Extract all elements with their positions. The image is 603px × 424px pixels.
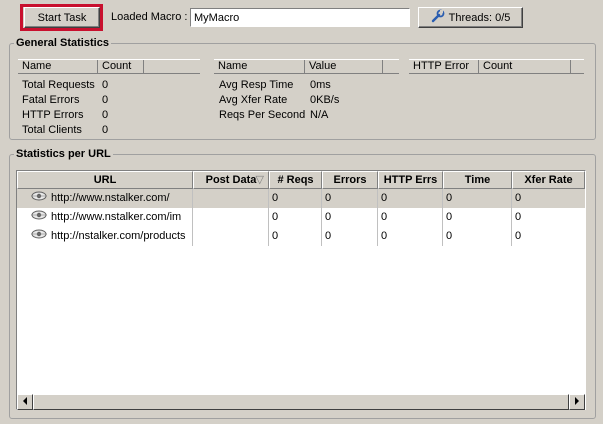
column-header-count[interactable]: Count: [98, 60, 144, 73]
wrench-icon: [431, 9, 445, 26]
stat-value: 0: [102, 124, 109, 136]
stat-name: Fatal Errors: [22, 94, 80, 106]
post-data-cell: [193, 189, 269, 208]
time-cell: 0: [443, 189, 512, 208]
general-table-1-header: Name Count: [18, 59, 200, 74]
http-errs-cell: 0: [378, 189, 443, 208]
column-header-filler: [383, 60, 399, 73]
column-header-name[interactable]: Name: [214, 60, 305, 73]
stat-name: Reqs Per Second: [219, 109, 306, 121]
column-header-count[interactable]: Count: [479, 60, 571, 73]
url-text: http://www.nstalker.com/im: [51, 211, 182, 223]
general-table-2-header: Name Value: [214, 59, 399, 74]
table-row[interactable]: http://nstalker.com/products 0 0 0 0 0: [17, 227, 585, 246]
macro-name-input[interactable]: [190, 8, 410, 27]
general-statistics-title: General Statistics: [14, 37, 111, 49]
general-statistics-group: [9, 43, 596, 140]
column-header-url[interactable]: URL: [17, 171, 193, 189]
stat-name: Avg Xfer Rate: [219, 94, 288, 106]
time-cell: 0: [443, 208, 512, 227]
xfer-rate-cell: 0: [515, 230, 522, 242]
column-header-value[interactable]: Value: [305, 60, 383, 73]
threads-label: Threads: 0/5: [448, 11, 511, 24]
horizontal-scrollbar[interactable]: [17, 394, 585, 410]
post-data-cell: [193, 227, 269, 246]
scrollbar-thumb[interactable]: [33, 394, 569, 410]
column-header-reqs[interactable]: # Reqs: [269, 171, 322, 189]
xfer-rate-cell: 0: [515, 211, 522, 223]
column-header-http-error[interactable]: HTTP Error: [409, 60, 479, 73]
table-row[interactable]: http://www.nstalker.com/ 0 0 0 0 0: [17, 189, 585, 208]
eye-icon: [31, 189, 47, 207]
column-header-xfer-rate[interactable]: Xfer Rate: [512, 171, 585, 189]
stat-name: Avg Resp Time: [219, 79, 294, 91]
start-task-button[interactable]: Start Task: [24, 7, 100, 28]
errors-cell: 0: [322, 227, 378, 246]
stat-value: 0: [102, 109, 109, 121]
table-row[interactable]: http://www.nstalker.com/im 0 0 0 0 0: [17, 208, 585, 227]
column-header-time[interactable]: Time: [443, 171, 512, 189]
column-header-filler: [571, 60, 584, 73]
url-cell: http://nstalker.com/products: [17, 227, 193, 246]
http-errs-cell: 0: [378, 227, 443, 246]
url-table-header: URL Post Data ▽ # Reqs Errors HTTP Errs T…: [17, 171, 585, 189]
column-header-http-errs[interactable]: HTTP Errs: [378, 171, 443, 189]
column-header-post-data[interactable]: Post Data ▽: [193, 171, 269, 189]
statistics-per-url-title: Statistics per URL: [14, 148, 113, 160]
sort-descending-icon: ▽: [255, 174, 264, 186]
reqs-cell: 0: [269, 227, 322, 246]
stat-name: Total Requests: [22, 79, 95, 91]
scroll-right-button[interactable]: [569, 394, 585, 410]
xfer-rate-cell: 0: [515, 192, 522, 204]
url-text: http://www.nstalker.com/: [51, 192, 170, 204]
stat-value: N/A: [310, 109, 329, 121]
errors-cell: 0: [322, 189, 378, 208]
http-errs-cell: 0: [378, 208, 443, 227]
column-header-errors[interactable]: Errors: [322, 171, 378, 189]
reqs-cell: 0: [269, 208, 322, 227]
stat-value: 0ms: [310, 79, 331, 91]
stat-value: 0: [102, 79, 109, 91]
url-cell: http://www.nstalker.com/im: [17, 208, 193, 227]
threads-button[interactable]: Threads: 0/5: [418, 7, 523, 28]
stat-name: HTTP Errors: [22, 109, 84, 121]
loaded-macro-label: Loaded Macro :: [111, 11, 188, 23]
errors-cell: 0: [322, 208, 378, 227]
stat-value: 0: [102, 94, 109, 106]
eye-icon: [31, 208, 47, 226]
column-header-name[interactable]: Name: [18, 60, 98, 73]
scroll-left-button[interactable]: [17, 394, 33, 410]
start-task-label: Start Task: [37, 11, 87, 24]
stat-name: Total Clients: [22, 124, 82, 136]
general-table-3-header: HTTP Error Count: [409, 59, 584, 74]
column-header-filler: [144, 60, 200, 73]
arrow-left-icon: [22, 396, 28, 408]
reqs-cell: 0: [269, 189, 322, 208]
url-cell: http://www.nstalker.com/: [17, 189, 193, 208]
arrow-right-icon: [574, 396, 580, 408]
post-data-cell: [193, 208, 269, 227]
stat-value: 0KB/s: [310, 94, 340, 106]
time-cell: 0: [443, 227, 512, 246]
eye-icon: [31, 227, 47, 245]
url-statistics-table: URL Post Data ▽ # Reqs Errors HTTP Errs T…: [16, 170, 586, 410]
url-text: http://nstalker.com/products: [51, 230, 186, 242]
